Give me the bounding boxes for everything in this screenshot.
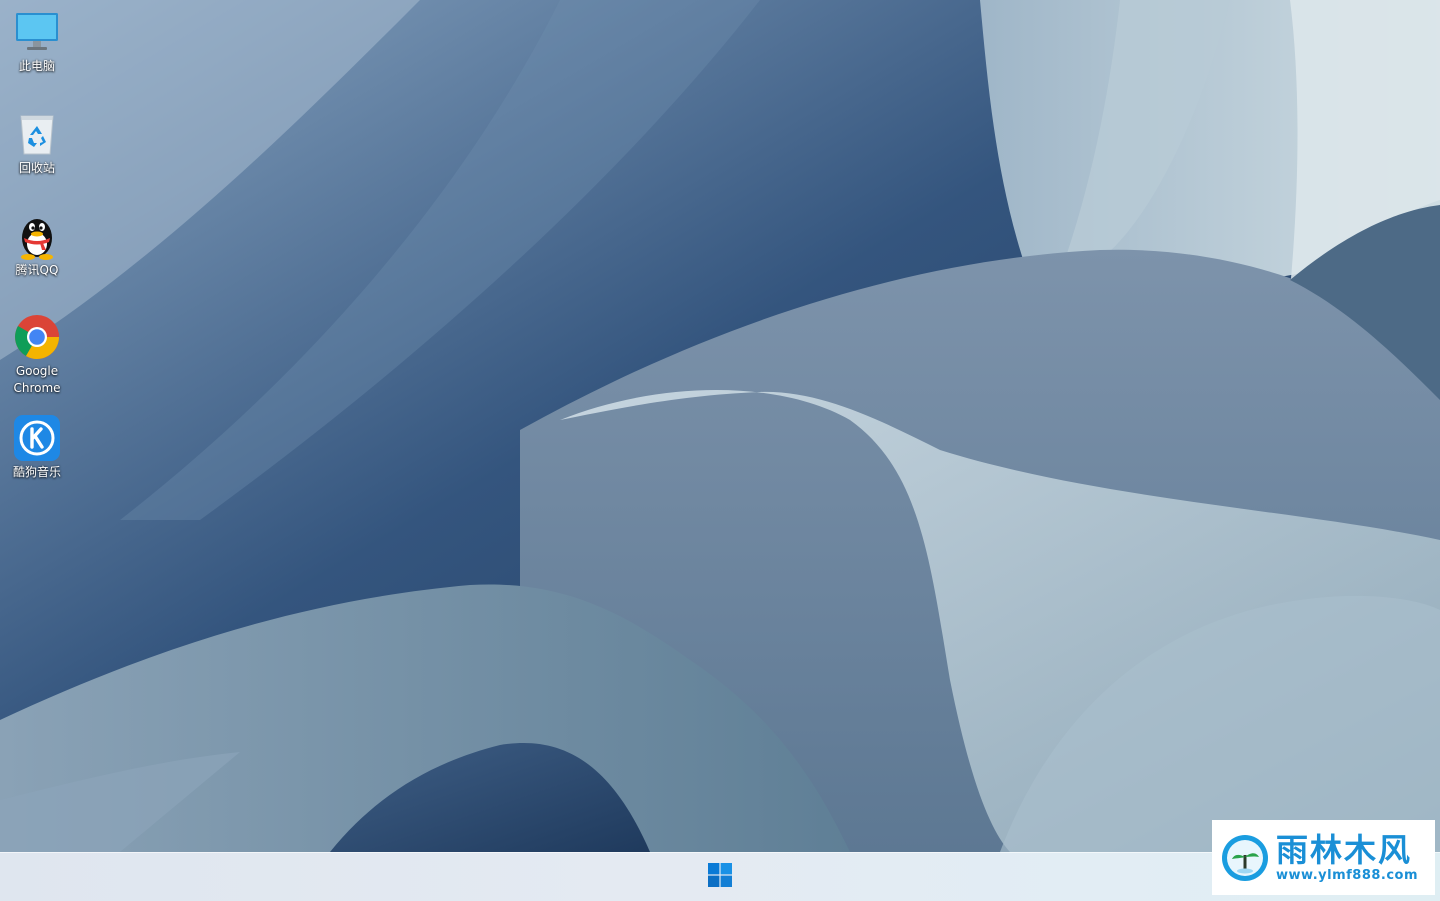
ylmf-logo-icon xyxy=(1220,833,1270,883)
desktop-icon-label: 回收站 xyxy=(18,161,55,175)
watermark-url: www.ylmf888.com xyxy=(1276,867,1419,883)
desktop-icon-label: Google Chrome xyxy=(13,364,61,395)
desktop[interactable]: 此电脑 回收站 腾讯QQ Google Chrome 酷狗音乐 xyxy=(0,0,1440,852)
wallpaper xyxy=(0,0,1440,852)
windows-start-icon xyxy=(707,862,733,892)
kugou-icon xyxy=(13,414,61,462)
recycle-bin-icon xyxy=(13,110,61,158)
desktop-icon-label: 此电脑 xyxy=(18,59,55,73)
desktop-icon-label: 酷狗音乐 xyxy=(12,465,61,479)
chrome-icon xyxy=(13,313,61,361)
watermark-title: 雨林木风 xyxy=(1276,830,1413,869)
watermark: 雨林木风 www.ylmf888.com xyxy=(1212,820,1435,895)
desktop-icon-kugou[interactable]: 酷狗音乐 xyxy=(2,414,72,481)
start-button[interactable] xyxy=(700,857,740,897)
qq-icon xyxy=(13,212,61,260)
this-pc-icon xyxy=(13,8,61,56)
desktop-icon-qq[interactable]: 腾讯QQ xyxy=(2,212,72,279)
desktop-icon-label: 腾讯QQ xyxy=(15,263,59,277)
desktop-icon-recycle-bin[interactable]: 回收站 xyxy=(2,110,72,177)
desktop-icon-this-pc[interactable]: 此电脑 xyxy=(2,8,72,75)
desktop-icon-chrome[interactable]: Google Chrome xyxy=(2,313,72,397)
